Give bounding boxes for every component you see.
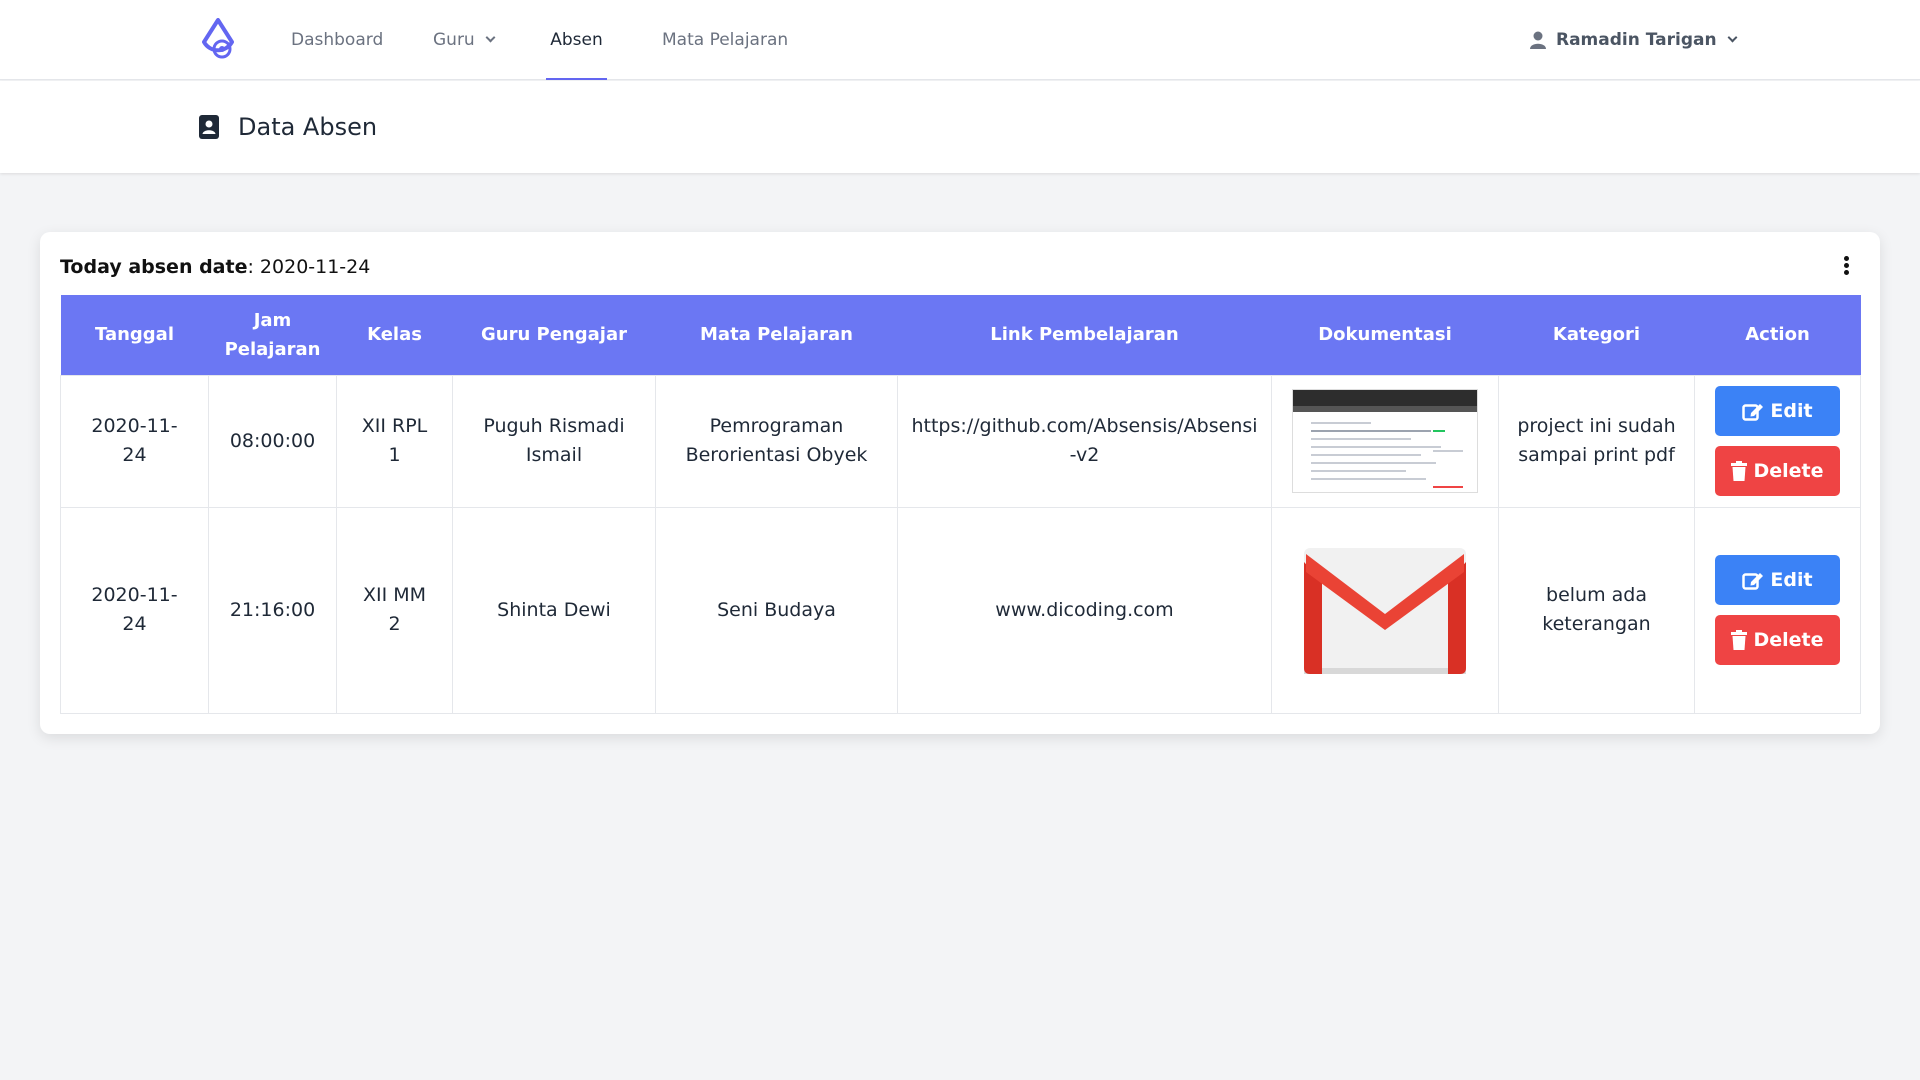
page-header: Data Absen — [0, 81, 1920, 173]
chevron-down-icon — [485, 32, 496, 43]
nav-mata-pelajaran-label: Mata Pelajaran — [662, 30, 789, 50]
nav-absen[interactable]: Absen — [546, 0, 607, 80]
delete-button[interactable]: Delete — [1715, 446, 1840, 496]
col-dokumentasi[interactable]: Dokumentasi — [1271, 295, 1499, 375]
col-guru-pengajar[interactable]: Guru Pengajar — [452, 295, 656, 375]
edit-label: Edit — [1770, 399, 1813, 422]
cell-kelas: XII MM 2 — [336, 506, 453, 714]
address-book-icon — [199, 115, 219, 139]
active-tab-indicator — [546, 78, 607, 80]
user-menu[interactable]: Ramadin Tarigan — [1530, 0, 1738, 80]
table-row: 2020-11-24 21:16:00 XII MM 2 Shinta Dewi… — [60, 506, 1861, 714]
today-label: Today absen date — [60, 256, 248, 278]
top-navbar: Dashboard Guru Absen Mata Pelajaran Rama… — [0, 0, 1920, 80]
edit-label: Edit — [1770, 568, 1813, 591]
nav-absen-label: Absen — [550, 30, 603, 50]
col-link-pembelajaran[interactable]: Link Pembelajaran — [897, 295, 1272, 375]
screenshot-thumbnail[interactable] — [1292, 389, 1478, 493]
cell-guru: Shinta Dewi — [452, 506, 656, 714]
cell-action: Edit Delete — [1694, 374, 1861, 508]
cell-tanggal: 2020-11-24 — [60, 374, 209, 508]
cell-link[interactable]: https://github.com/Absensis/Absensi-v2 — [897, 374, 1272, 508]
col-mata-pelajaran[interactable]: Mata Pelajaran — [655, 295, 898, 375]
cell-dokumentasi — [1271, 374, 1499, 508]
gmail-logo[interactable] — [1300, 542, 1470, 678]
app-logo-icon[interactable] — [198, 18, 238, 64]
nav-guru-dropdown[interactable]: Guru — [433, 0, 496, 80]
cell-mapel: Pemrograman Berorientasi Obyek — [655, 374, 898, 508]
delete-button[interactable]: Delete — [1715, 615, 1840, 665]
edit-icon — [1742, 404, 1764, 421]
cell-kelas: XII RPL 1 — [336, 374, 453, 508]
col-kategori[interactable]: Kategori — [1498, 295, 1695, 375]
nav-dashboard[interactable]: Dashboard — [291, 0, 383, 80]
edit-button[interactable]: Edit — [1715, 555, 1840, 605]
col-tanggal[interactable]: Tanggal — [60, 295, 209, 375]
more-options-icon[interactable] — [1844, 256, 1850, 278]
page-title: Data Absen — [238, 113, 378, 141]
today-absen-date: Today absen date: 2020-11-24 — [60, 256, 370, 278]
table-row: 2020-11-24 08:00:00 XII RPL 1 Puguh Rism… — [60, 374, 1861, 508]
nav-guru-label: Guru — [433, 30, 475, 50]
edit-button[interactable]: Edit — [1715, 386, 1840, 436]
cell-tanggal: 2020-11-24 — [60, 506, 209, 714]
cell-kategori: project ini sudah sampai print pdf — [1498, 374, 1695, 508]
today-value: : 2020-11-24 — [247, 256, 371, 278]
cell-dokumentasi — [1271, 506, 1499, 714]
absen-card: Today absen date: 2020-11-24 Tanggal Jam… — [40, 232, 1880, 734]
table-header-row: Tanggal Jam Pelajaran Kelas Guru Pengaja… — [60, 295, 1861, 375]
cell-jam: 08:00:00 — [208, 374, 337, 508]
nav-mata-pelajaran[interactable]: Mata Pelajaran — [662, 0, 788, 80]
nav-dashboard-label: Dashboard — [291, 30, 384, 50]
col-jam-pelajaran[interactable]: Jam Pelajaran — [208, 295, 337, 375]
cell-guru: Puguh Rismadi Ismail — [452, 374, 656, 508]
cell-jam: 21:16:00 — [208, 506, 337, 714]
cell-link[interactable]: www.dicoding.com — [897, 506, 1272, 714]
user-name: Ramadin Tarigan — [1556, 30, 1717, 50]
col-kelas[interactable]: Kelas — [336, 295, 453, 375]
trash-icon — [1731, 630, 1748, 650]
edit-icon — [1742, 573, 1764, 590]
delete-label: Delete — [1753, 628, 1824, 651]
delete-label: Delete — [1753, 459, 1824, 482]
chevron-down-icon — [1727, 32, 1738, 43]
col-action: Action — [1694, 295, 1861, 375]
cell-kategori: belum ada keterangan — [1498, 506, 1695, 714]
absen-table: Tanggal Jam Pelajaran Kelas Guru Pengaja… — [60, 295, 1861, 714]
cell-mapel: Seni Budaya — [655, 506, 898, 714]
trash-icon — [1731, 461, 1748, 481]
cell-action: Edit Delete — [1694, 506, 1861, 714]
user-icon — [1530, 31, 1546, 49]
